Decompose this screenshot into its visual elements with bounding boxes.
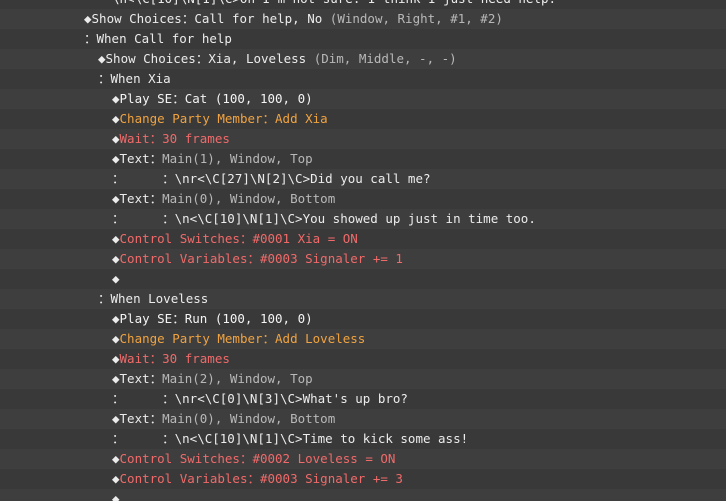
command-text: ◆Show Choices：Xia, Loveless (98, 51, 314, 66)
command-row[interactable]: \n<\C[10]\N[1]\C>Oh I’m not sure. I thin… (0, 0, 726, 9)
command-text: Play SE：Run (100, 100, 0) (119, 311, 313, 326)
command-text: Control Variables：#0003 Signaler += 3 (119, 471, 403, 486)
command-text: ◆ (112, 311, 120, 326)
command-text: ： ：\n<\C[10]\N[1]\C>You showed up just i… (112, 211, 536, 226)
command-row[interactable]: ◆Change Party Member：Add Xia (0, 109, 726, 129)
command-text: ◆Show Choices：Call for help, No (84, 11, 330, 26)
command-row[interactable]: ◆Text：Main(0), Window, Bottom (0, 189, 726, 209)
command-row[interactable]: ◆Wait：30 frames (0, 349, 726, 369)
command-text: ◆Text： (112, 371, 163, 386)
command-text: Main(0), Window, Bottom (162, 191, 336, 206)
command-row[interactable]: ◆ (0, 269, 726, 289)
command-row[interactable]: ： ：\n<\C[10]\N[1]\C>Time to kick some as… (0, 429, 726, 449)
command-text: Main(1), Window, Top (162, 151, 313, 166)
command-text: ：When Loveless (98, 291, 209, 306)
command-text: ◆ (112, 231, 120, 246)
command-text: Change Party Member：Add Xia (119, 111, 328, 126)
command-row[interactable]: ◆Text：Main(1), Window, Top (0, 149, 726, 169)
command-row[interactable]: ◆Text：Main(0), Window, Bottom (0, 409, 726, 429)
command-text: ◆ (112, 131, 120, 146)
command-text: Wait：30 frames (119, 351, 230, 366)
command-text: ◆ (112, 491, 120, 501)
command-text: ◆Text： (112, 191, 163, 206)
command-text: Change Party Member：Add Loveless (119, 331, 366, 346)
command-row[interactable]: ◆Show Choices：Xia, Loveless (Dim, Middle… (0, 49, 726, 69)
command-text: ◆Text： (112, 411, 163, 426)
command-text: Play SE：Cat (100, 100, 0) (119, 91, 313, 106)
command-row[interactable]: ◆Control Switches：#0001 Xia = ON (0, 229, 726, 249)
command-row[interactable]: ◆Change Party Member：Add Loveless (0, 329, 726, 349)
command-text: ◆ (112, 271, 120, 286)
command-text: ： ：\nr<\C[0]\N[3]\C>What's up bro? (112, 391, 408, 406)
command-text: Control Variables：#0003 Signaler += 1 (119, 251, 403, 266)
command-row[interactable]: ◆Wait：30 frames (0, 129, 726, 149)
event-command-list[interactable]: \n<\C[10]\N[1]\C>Oh I’m not sure. I thin… (0, 0, 726, 501)
command-text: Main(0), Window, Bottom (162, 411, 336, 426)
command-text: ：When Xia (98, 71, 171, 86)
command-text: \n<\C[10]\N[1]\C>Oh I’m not sure. I thin… (112, 0, 556, 6)
command-row[interactable]: ◆Control Variables：#0003 Signaler += 1 (0, 249, 726, 269)
command-row[interactable]: ◆Control Variables：#0003 Signaler += 3 (0, 469, 726, 489)
command-text: ◆ (112, 451, 120, 466)
command-text: ◆Text： (112, 151, 163, 166)
command-text: ： ：\nr<\C[27]\N[2]\C>Did you call me? (112, 171, 431, 186)
command-text: ◆ (112, 111, 120, 126)
command-text: ◆ (112, 91, 120, 106)
command-text: ：When Call for help (84, 31, 232, 46)
command-row[interactable]: ： ：\nr<\C[27]\N[2]\C>Did you call me? (0, 169, 726, 189)
command-row[interactable]: ◆Text：Main(2), Window, Top (0, 369, 726, 389)
command-row[interactable]: ： ：\n<\C[10]\N[1]\C>You showed up just i… (0, 209, 726, 229)
command-text: ◆ (112, 331, 120, 346)
command-row[interactable]: ： ：\nr<\C[0]\N[3]\C>What's up bro? (0, 389, 726, 409)
command-row[interactable]: ◆Play SE：Run (100, 100, 0) (0, 309, 726, 329)
command-text: (Window, Right, #1, #2) (329, 11, 503, 26)
command-text: ◆ (112, 251, 120, 266)
command-text: Control Switches：#0002 Loveless = ON (119, 451, 396, 466)
command-row[interactable]: ：When Call for help (0, 29, 726, 49)
command-text: ◆ (112, 471, 120, 486)
command-text: ： ：\n<\C[10]\N[1]\C>Time to kick some as… (112, 431, 469, 446)
command-row[interactable]: ◆Show Choices：Call for help, No (Window,… (0, 9, 726, 29)
command-text: (Dim, Middle, -, -) (313, 51, 457, 66)
command-text: ◆ (112, 351, 120, 366)
command-row[interactable]: ：When Xia (0, 69, 726, 89)
command-text: Wait：30 frames (119, 131, 230, 146)
command-text: Main(2), Window, Top (162, 371, 313, 386)
command-row[interactable]: ◆ (0, 489, 726, 501)
command-row[interactable]: ◆Control Switches：#0002 Loveless = ON (0, 449, 726, 469)
command-text: Control Switches：#0001 Xia = ON (119, 231, 358, 246)
command-row[interactable]: ◆Play SE：Cat (100, 100, 0) (0, 89, 726, 109)
command-row[interactable]: ：When Loveless (0, 289, 726, 309)
command-rows: \n<\C[10]\N[1]\C>Oh I’m not sure. I thin… (0, 0, 726, 501)
